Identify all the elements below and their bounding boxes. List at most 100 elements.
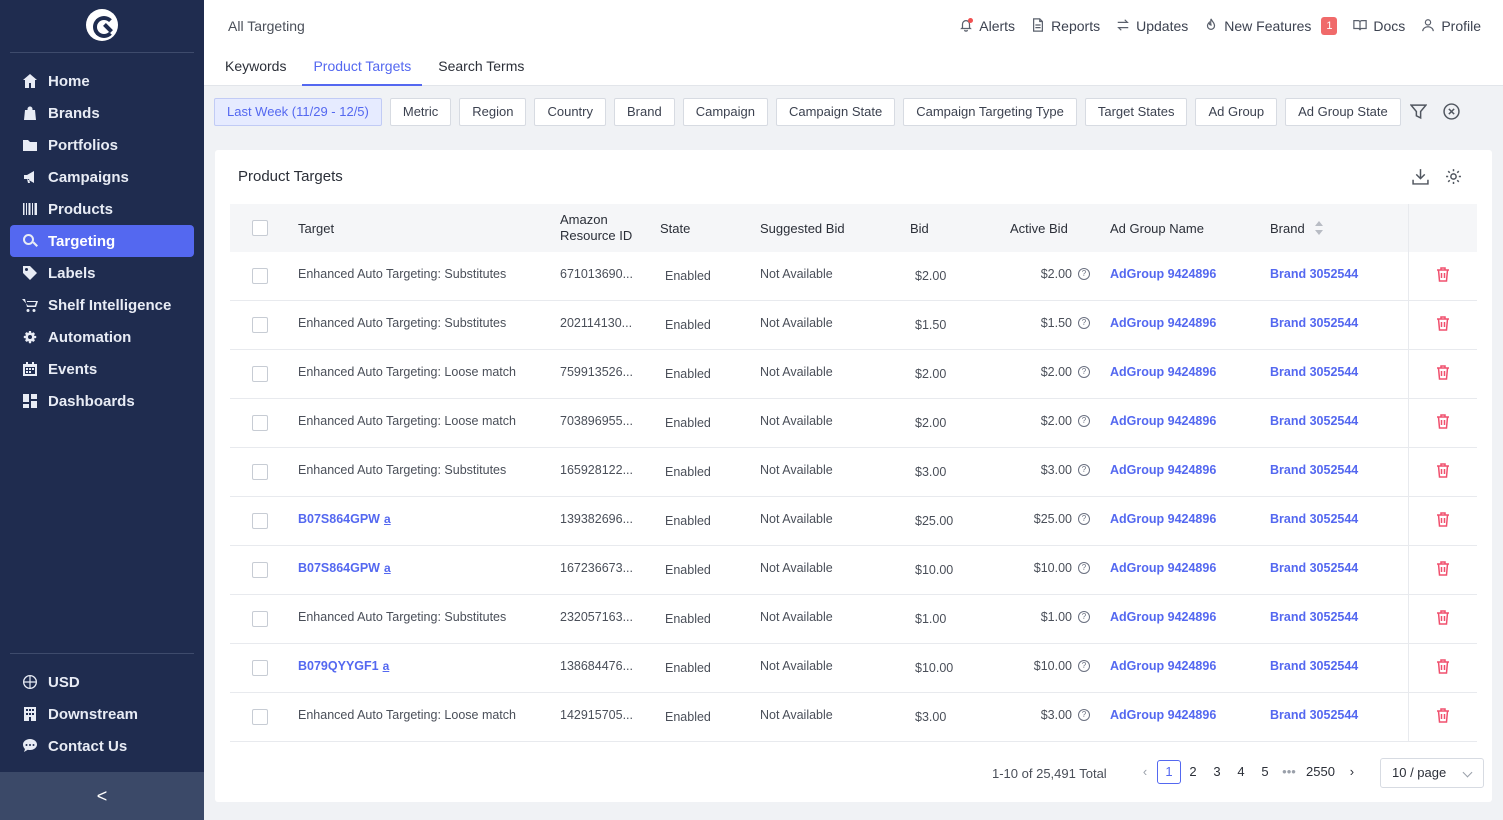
delete-trash-icon[interactable] xyxy=(1436,414,1450,432)
help-icon[interactable]: ? xyxy=(1078,709,1090,721)
col-target[interactable]: Target xyxy=(298,204,334,252)
brand-link[interactable]: Brand 3052544 xyxy=(1270,561,1358,575)
help-icon[interactable]: ? xyxy=(1078,660,1090,672)
state-select[interactable]: Enabled xyxy=(665,350,711,398)
delete-trash-icon[interactable] xyxy=(1436,512,1450,530)
collapse-sidebar-button[interactable]: < xyxy=(0,772,204,820)
brand-link[interactable]: Brand 3052544 xyxy=(1270,708,1358,722)
col-brand[interactable]: Brand xyxy=(1270,204,1323,252)
brand-link[interactable]: Brand 3052544 xyxy=(1270,365,1358,379)
sidebar-item-contact-us[interactable]: Contact Us xyxy=(10,730,194,762)
bid-input[interactable]: $2.00 xyxy=(915,252,946,300)
delete-trash-icon[interactable] xyxy=(1436,708,1450,726)
sort-icon[interactable] xyxy=(1314,221,1323,235)
state-select[interactable]: Enabled xyxy=(665,595,711,643)
amazon-icon[interactable]: a xyxy=(384,512,391,526)
brand-link[interactable]: Brand 3052544 xyxy=(1270,610,1358,624)
page-1[interactable]: 1 xyxy=(1157,760,1181,784)
brand-link[interactable]: Brand 3052544 xyxy=(1270,414,1358,428)
ad-group-link[interactable]: AdGroup 9424896 xyxy=(1110,512,1216,526)
help-icon[interactable]: ? xyxy=(1078,562,1090,574)
col-ad-group[interactable]: Ad Group Name xyxy=(1110,204,1204,252)
filter-target-states[interactable]: Target States xyxy=(1084,98,1188,126)
date-range-filter[interactable]: Last Week (11/29 - 12/5) xyxy=(214,98,382,126)
sidebar-item-home[interactable]: Home xyxy=(10,65,194,97)
state-select[interactable]: Enabled xyxy=(665,399,711,447)
filter-metric[interactable]: Metric xyxy=(389,98,452,126)
filter-campaign-targeting-type[interactable]: Campaign Targeting Type xyxy=(903,98,1077,126)
state-select[interactable]: Enabled xyxy=(665,693,711,741)
prev-page-icon[interactable]: ‹ xyxy=(1133,760,1157,784)
bid-input[interactable]: $3.00 xyxy=(915,693,946,741)
state-select[interactable]: Enabled xyxy=(665,448,711,496)
delete-trash-icon[interactable] xyxy=(1436,267,1450,285)
app-logo-icon[interactable] xyxy=(86,9,118,41)
row-checkbox[interactable] xyxy=(252,317,268,333)
bid-input[interactable]: $2.00 xyxy=(915,350,946,398)
brand-link[interactable]: Brand 3052544 xyxy=(1270,659,1358,673)
target-asin-link[interactable]: B07S864GPW xyxy=(298,561,380,575)
bid-input[interactable]: $3.00 xyxy=(915,448,946,496)
state-select[interactable]: Enabled xyxy=(665,644,711,692)
sidebar-item-labels[interactable]: Labels xyxy=(10,257,194,289)
col-resource-id[interactable]: Amazon Resource ID xyxy=(560,204,632,252)
sidebar-item-portfolios[interactable]: Portfolios xyxy=(10,129,194,161)
delete-trash-icon[interactable] xyxy=(1436,659,1450,677)
help-icon[interactable]: ? xyxy=(1078,268,1090,280)
sidebar-item-automation[interactable]: Automation xyxy=(10,321,194,353)
col-active-bid[interactable]: Active Bid xyxy=(1010,204,1068,252)
ad-group-link[interactable]: AdGroup 9424896 xyxy=(1110,610,1216,624)
bid-input[interactable]: $1.50 xyxy=(915,301,946,349)
filter-campaign[interactable]: Campaign xyxy=(682,98,768,126)
page-last[interactable]: 2550 xyxy=(1301,760,1340,784)
sidebar-item-dashboards[interactable]: Dashboards xyxy=(10,385,194,417)
ad-group-link[interactable]: AdGroup 9424896 xyxy=(1110,561,1216,575)
tab-product-targets[interactable]: Product Targets xyxy=(302,48,423,86)
col-bid[interactable]: Bid xyxy=(910,204,929,252)
brand-link[interactable]: Brand 3052544 xyxy=(1270,316,1358,330)
row-checkbox[interactable] xyxy=(252,660,268,676)
row-checkbox[interactable] xyxy=(252,464,268,480)
delete-trash-icon[interactable] xyxy=(1436,365,1450,383)
bid-input[interactable]: $2.00 xyxy=(915,399,946,447)
state-select[interactable]: Enabled xyxy=(665,546,711,594)
updates-link[interactable]: Updates xyxy=(1116,18,1188,35)
bid-input[interactable]: $10.00 xyxy=(915,644,953,692)
delete-trash-icon[interactable] xyxy=(1436,463,1450,481)
state-select[interactable]: Enabled xyxy=(665,301,711,349)
filter-region[interactable]: Region xyxy=(459,98,527,126)
row-checkbox[interactable] xyxy=(252,366,268,382)
amazon-icon[interactable]: a xyxy=(384,561,391,575)
sidebar-item-campaigns[interactable]: Campaigns xyxy=(10,161,194,193)
profile-link[interactable]: Profile xyxy=(1421,18,1481,35)
sidebar-item-downstream[interactable]: Downstream xyxy=(10,698,194,730)
page-2[interactable]: 2 xyxy=(1181,760,1205,784)
ad-group-link[interactable]: AdGroup 9424896 xyxy=(1110,659,1216,673)
ad-group-link[interactable]: AdGroup 9424896 xyxy=(1110,316,1216,330)
sidebar-item-events[interactable]: Events xyxy=(10,353,194,385)
filter-brand[interactable]: Brand xyxy=(614,98,675,126)
page-5[interactable]: 5 xyxy=(1253,760,1277,784)
tab-search-terms[interactable]: Search Terms xyxy=(427,48,535,86)
ad-group-link[interactable]: AdGroup 9424896 xyxy=(1110,414,1216,428)
filter-ad-group[interactable]: Ad Group xyxy=(1195,98,1278,126)
filter-icon[interactable] xyxy=(1409,103,1428,123)
more-pages-ellipsis[interactable]: ••• xyxy=(1277,760,1301,784)
settings-gear-icon[interactable] xyxy=(1445,168,1462,188)
target-asin-link[interactable]: B07S864GPW xyxy=(298,512,380,526)
ad-group-link[interactable]: AdGroup 9424896 xyxy=(1110,463,1216,477)
col-suggested-bid[interactable]: Suggested Bid xyxy=(760,204,845,252)
bid-input[interactable]: $25.00 xyxy=(915,497,953,545)
filter-ad-group-state[interactable]: Ad Group State xyxy=(1285,98,1401,126)
select-all-checkbox[interactable] xyxy=(252,220,268,236)
page-size-select[interactable]: 10 / page xyxy=(1380,758,1484,788)
next-page-icon[interactable]: › xyxy=(1340,760,1364,784)
sidebar-item-usd[interactable]: USD xyxy=(10,666,194,698)
sidebar-item-products[interactable]: Products xyxy=(10,193,194,225)
filter-campaign-state[interactable]: Campaign State xyxy=(775,98,896,126)
delete-trash-icon[interactable] xyxy=(1436,316,1450,334)
sidebar-item-brands[interactable]: Brands xyxy=(10,97,194,129)
delete-trash-icon[interactable] xyxy=(1436,561,1450,579)
clear-filters-icon[interactable] xyxy=(1443,103,1460,123)
row-checkbox[interactable] xyxy=(252,562,268,578)
